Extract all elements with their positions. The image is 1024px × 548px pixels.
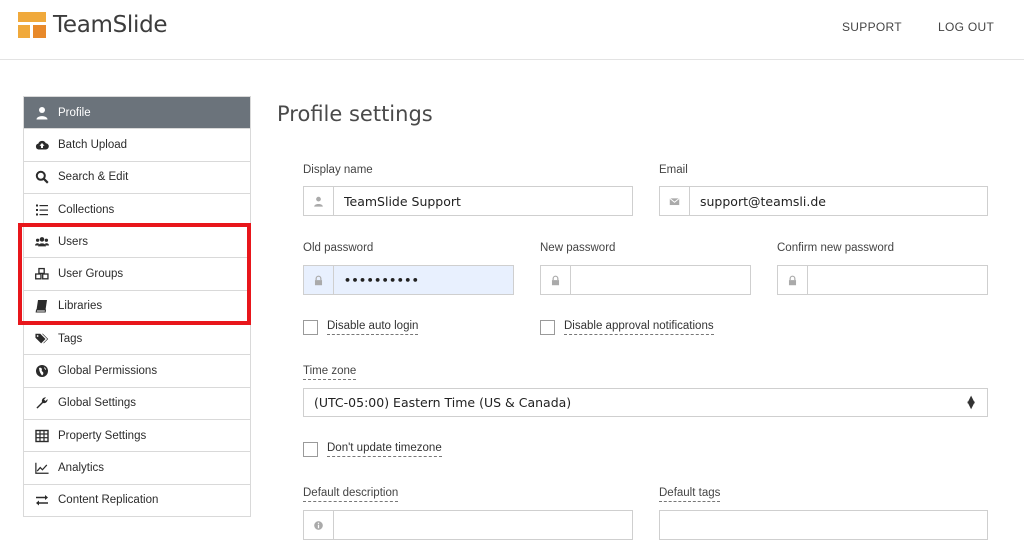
old-password-label: Old password	[303, 242, 374, 254]
sidebar-item-label: User Groups	[58, 268, 124, 281]
sidebar-item-label: Global Permissions	[58, 365, 158, 378]
lock-icon	[778, 266, 808, 294]
default-description-field	[303, 510, 633, 540]
logout-link[interactable]: LOG OUT	[938, 20, 994, 34]
sidebar-item-label: Content Replication	[58, 494, 159, 507]
old-password-field	[303, 265, 514, 295]
list-icon	[34, 203, 50, 217]
disable-auto-login-option[interactable]: Disable auto login	[303, 320, 419, 335]
support-link[interactable]: SUPPORT	[842, 20, 902, 34]
sidebar-item-label: Batch Upload	[58, 138, 128, 151]
sidebar-item-label: Global Settings	[58, 397, 136, 410]
sidebar-item-profile[interactable]: Profile	[24, 97, 250, 130]
user-icon	[304, 187, 334, 215]
cloud-upload-icon	[34, 138, 50, 152]
sidebar-item-global-settings[interactable]: Global Settings	[24, 387, 250, 420]
top-header: TeamSlide SUPPORT LOG OUT	[0, 0, 1024, 60]
brand-logo[interactable]: TeamSlide	[18, 12, 168, 38]
table-icon	[34, 429, 50, 443]
sidebar-item-property-settings[interactable]: Property Settings	[24, 419, 250, 453]
page-title: Profile settings	[277, 102, 433, 126]
sidebar-item-label: Collections	[58, 203, 115, 216]
lock-icon	[541, 266, 571, 294]
user-icon	[34, 106, 50, 120]
tags-icon	[34, 332, 50, 346]
dont-update-timezone-checkbox[interactable]	[303, 442, 318, 457]
sidebar-item-label: Analytics	[58, 461, 105, 474]
info-icon	[304, 511, 334, 539]
users-icon	[34, 235, 50, 249]
sidebar-item-label: Tags	[58, 332, 83, 345]
lock-icon	[304, 266, 334, 294]
globe-icon	[34, 364, 50, 378]
old-password-input[interactable]	[334, 266, 513, 294]
sidebar-item-label: Profile	[58, 106, 91, 119]
timezone-value: (UTC-05:00) Eastern Time (US & Canada)	[314, 395, 572, 410]
sidebar-item-collections[interactable]: Collections	[24, 193, 250, 227]
default-tags-input[interactable]	[660, 511, 987, 539]
sidebar-item-tags[interactable]: Tags	[24, 323, 250, 356]
line-chart-icon	[34, 461, 50, 475]
book-icon	[34, 299, 50, 313]
sidebar-item-user-groups[interactable]: User Groups	[24, 258, 250, 291]
sidebar-item-batch-upload[interactable]: Batch Upload	[24, 129, 250, 162]
default-tags-field	[659, 510, 988, 540]
confirm-password-field	[777, 265, 988, 295]
sidebar-item-global-permissions[interactable]: Global Permissions	[24, 355, 250, 388]
disable-auto-login-checkbox[interactable]	[303, 320, 318, 335]
disable-approval-checkbox[interactable]	[540, 320, 555, 335]
search-icon	[34, 170, 50, 184]
new-password-label: New password	[540, 242, 616, 254]
settings-sidebar: Profile Batch Upload Search & Edit Colle…	[23, 96, 251, 517]
default-description-label: Default description	[303, 487, 399, 502]
disable-approval-label: Disable approval notifications	[564, 320, 714, 335]
logo-icon	[18, 12, 46, 38]
default-description-input[interactable]	[334, 511, 632, 539]
dont-update-timezone-option[interactable]: Don't update timezone	[303, 442, 442, 457]
display-name-label: Display name	[303, 164, 373, 176]
cubes-icon	[34, 267, 50, 281]
exchange-icon	[34, 493, 50, 507]
sidebar-item-search-edit[interactable]: Search & Edit	[24, 161, 250, 194]
sidebar-item-analytics[interactable]: Analytics	[24, 452, 250, 485]
confirm-password-label: Confirm new password	[777, 242, 894, 254]
sidebar-item-content-replication[interactable]: Content Replication	[24, 484, 250, 517]
default-tags-label: Default tags	[659, 487, 721, 502]
sidebar-item-libraries[interactable]: Libraries	[24, 290, 250, 324]
wrench-icon	[34, 396, 50, 410]
sidebar-item-label: Users	[58, 235, 89, 248]
disable-auto-login-label: Disable auto login	[327, 320, 419, 335]
disable-approval-option[interactable]: Disable approval notifications	[540, 320, 714, 335]
confirm-password-input[interactable]	[808, 266, 987, 294]
email-input[interactable]	[690, 187, 987, 215]
display-name-field	[303, 186, 633, 216]
dont-update-timezone-label: Don't update timezone	[327, 442, 442, 457]
brand-name: TeamSlide	[53, 12, 168, 38]
sidebar-item-users[interactable]: Users	[24, 226, 250, 259]
select-arrows-icon: ▲ ▼	[967, 394, 975, 411]
sidebar-item-label: Search & Edit	[58, 171, 129, 184]
display-name-input[interactable]	[334, 187, 632, 215]
timezone-label: Time zone	[303, 365, 357, 380]
sidebar-item-label: Property Settings	[58, 429, 147, 442]
email-label: Email	[659, 164, 688, 176]
sidebar-item-label: Libraries	[58, 300, 103, 313]
email-field	[659, 186, 988, 216]
timezone-select[interactable]: (UTC-05:00) Eastern Time (US & Canada) ▲…	[303, 388, 988, 417]
new-password-field	[540, 265, 751, 295]
new-password-input[interactable]	[571, 266, 750, 294]
envelope-icon	[660, 187, 690, 215]
